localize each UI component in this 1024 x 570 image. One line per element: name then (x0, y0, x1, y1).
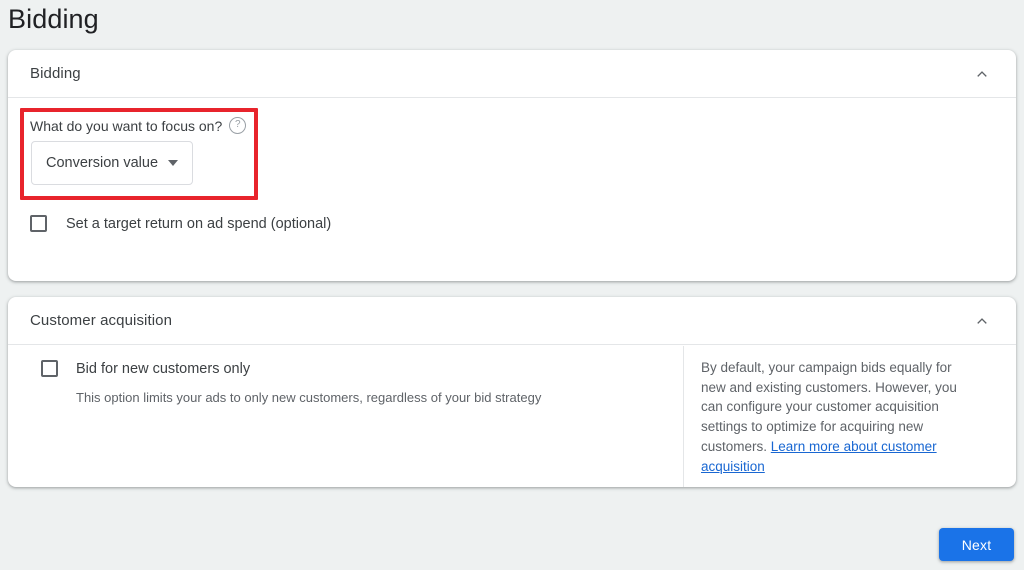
chevron-up-icon[interactable] (970, 62, 994, 86)
customer-acquisition-body: Bid for new customers only This option l… (8, 346, 1016, 487)
chevron-down-icon (168, 160, 179, 166)
customer-acquisition-info-panel: By default, your campaign bids equally f… (683, 346, 1016, 487)
focus-select-value: Conversion value (46, 155, 159, 171)
bidding-card-title: Bidding (30, 65, 81, 82)
customer-acquisition-options: Bid for new customers only This option l… (8, 346, 683, 487)
focus-question-row: What do you want to focus on? ? (30, 117, 247, 134)
target-roas-row[interactable]: Set a target return on ad spend (optiona… (30, 215, 331, 232)
customer-acquisition-card-title: Customer acquisition (30, 312, 173, 329)
focus-question-label: What do you want to focus on? (30, 117, 223, 134)
page-title: Bidding (8, 4, 99, 34)
bid-new-customers-checkbox[interactable] (41, 360, 58, 377)
help-circle-icon[interactable]: ? (229, 117, 247, 134)
bid-new-customers-label: Bid for new customers only (76, 360, 251, 377)
bidding-card-header[interactable]: Bidding (8, 50, 1016, 98)
bid-new-customers-sublabel: This option limits your ads to only new … (76, 390, 542, 405)
customer-acquisition-info-text: By default, your campaign bids equally f… (701, 358, 976, 476)
focus-select[interactable]: Conversion value (31, 141, 194, 185)
target-roas-label: Set a target return on ad spend (optiona… (66, 215, 332, 232)
bid-new-customers-row[interactable]: Bid for new customers only (41, 360, 659, 377)
target-roas-checkbox[interactable] (30, 215, 47, 232)
customer-acquisition-card-header[interactable]: Customer acquisition (8, 297, 1016, 345)
chevron-up-icon[interactable] (970, 309, 994, 333)
next-button[interactable]: Next (939, 528, 1014, 561)
customer-acquisition-card: Customer acquisition Bid for new custome… (8, 297, 1016, 487)
